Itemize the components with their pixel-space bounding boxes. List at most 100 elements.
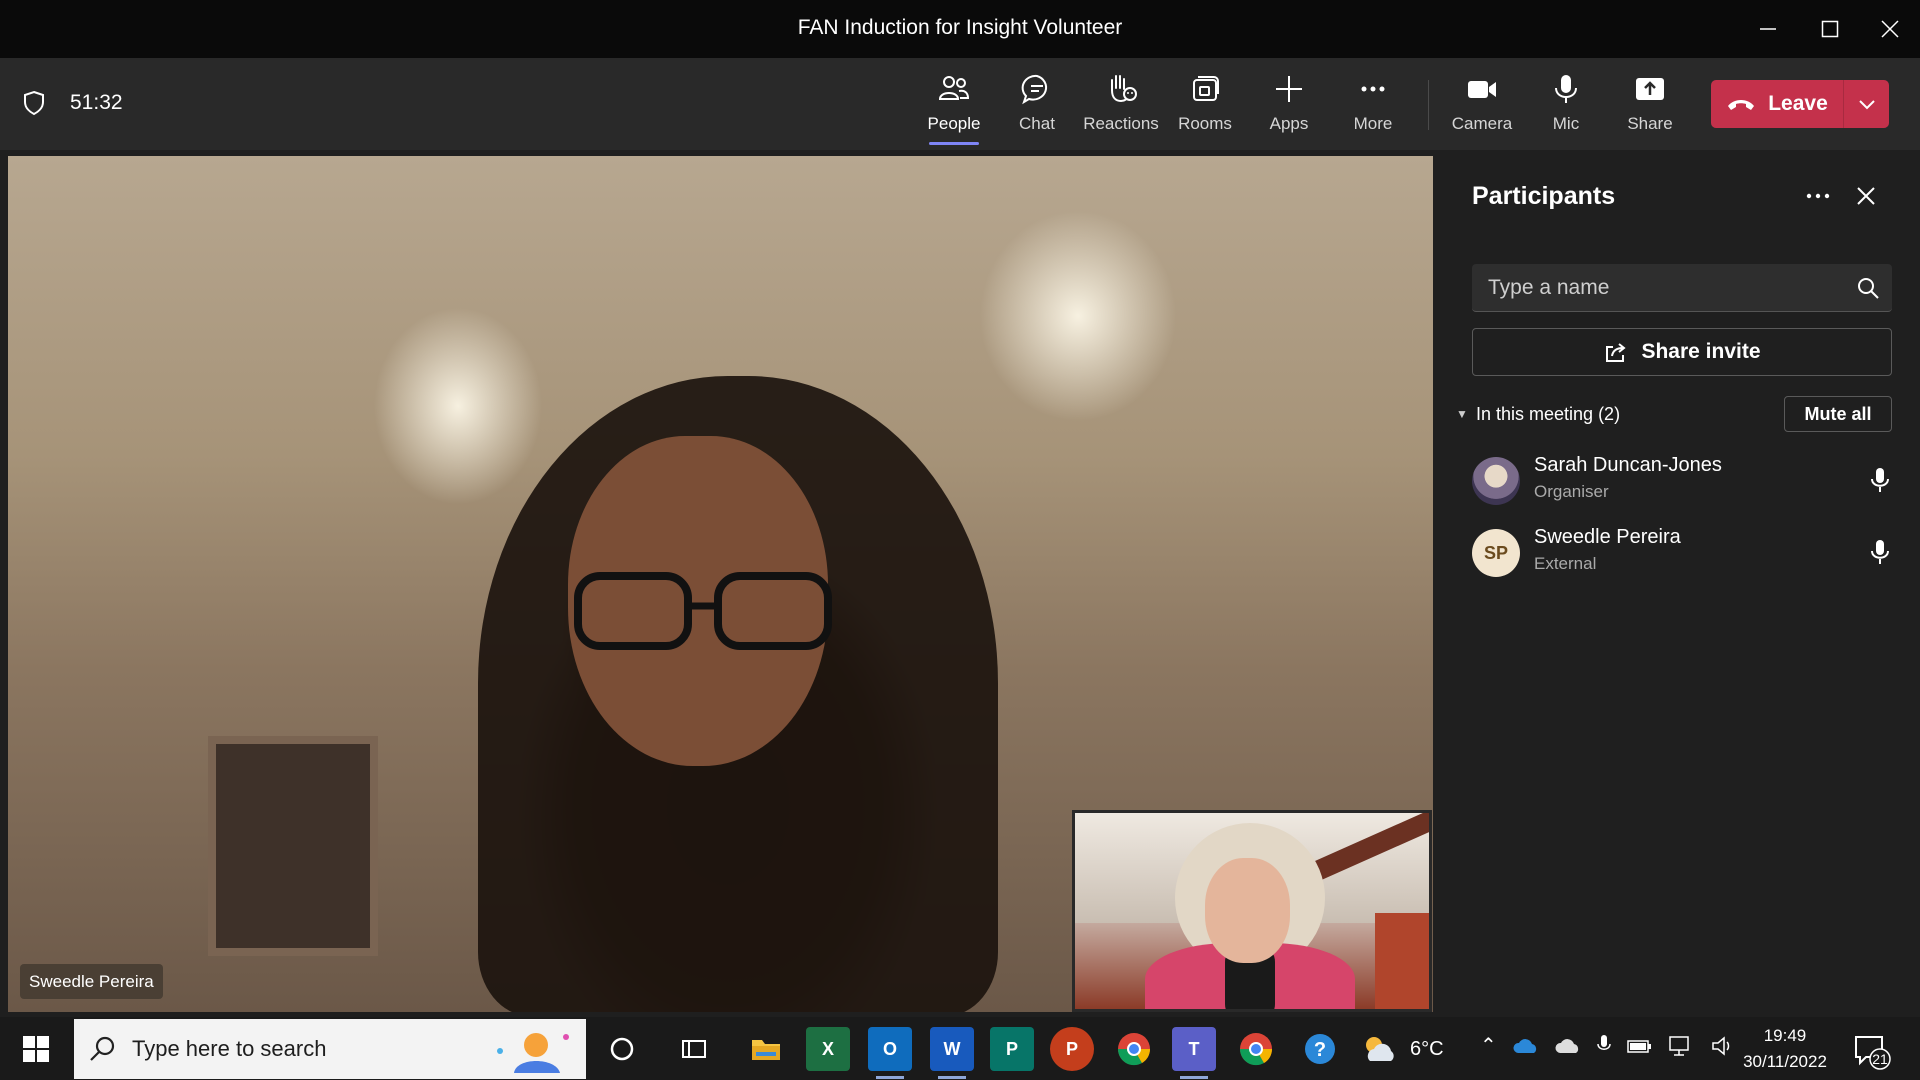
panel-more-button[interactable] [1798,176,1838,216]
chat-icon [1021,74,1048,105]
start-button[interactable] [12,1029,60,1069]
window-title: FAN Induction for Insight Volunteer [797,16,1123,39]
meeting-info: 51:32 [22,90,123,116]
onedrive-icon[interactable] [1513,1038,1539,1054]
more-button[interactable]: More [1331,72,1415,142]
notification-center-button[interactable]: 21 [1852,1031,1892,1071]
people-icon [938,76,970,100]
reactions-button[interactable]: Reactions [1079,72,1163,142]
powerpoint-icon[interactable]: P [1050,1027,1094,1071]
task-view-icon[interactable] [672,1027,716,1071]
apps-button[interactable]: Apps [1247,72,1331,142]
rooms-button[interactable]: Rooms [1163,72,1247,142]
participant-search [1472,264,1892,312]
avatar [1472,457,1520,505]
excel-icon[interactable]: X [806,1027,850,1071]
weather-temperature: 6°C [1410,1037,1444,1060]
share-invite-button[interactable]: Share invite [1472,328,1892,376]
taskbar-search-box[interactable]: Type here to search [74,1019,586,1079]
leave-button[interactable]: Leave [1711,80,1843,128]
svg-text:?: ? [1314,1039,1326,1061]
toolbar-divider [1428,80,1429,130]
shield-icon[interactable] [22,90,46,116]
onedrive-personal-icon[interactable] [1555,1038,1581,1054]
plus-icon [1276,76,1302,102]
close-window-button[interactable] [1860,0,1920,58]
minimize-icon [1760,28,1776,30]
share-button[interactable]: Share [1608,72,1692,142]
more-icon [1806,193,1830,199]
mute-all-button[interactable]: Mute all [1784,396,1892,432]
close-icon [1881,20,1899,38]
reactions-label: Reactions [1083,114,1159,133]
cortana-icon[interactable] [600,1027,644,1071]
windows-logo-icon [23,1036,49,1062]
meeting-toolbar: 51:32 People Chat Reactions Rooms Apps M… [0,58,1920,150]
mic-icon [1871,468,1889,492]
rooms-icon [1193,76,1219,101]
participant-name: Sarah Duncan-Jones [1534,454,1722,476]
weather-icon [1366,1037,1394,1061]
search-icon[interactable] [1856,276,1880,300]
leave-options-button[interactable] [1844,80,1889,128]
in-meeting-section: ▼ In this meeting (2) Mute all [1456,394,1892,434]
panel-close-button[interactable] [1846,176,1886,216]
chevron-down-icon [1858,100,1875,110]
participant-role: Organiser [1534,482,1609,501]
avatar: SP [1472,529,1520,577]
participant-search-input[interactable] [1488,264,1848,312]
participant-name: Sweedle Pereira [1534,526,1681,548]
maximize-button[interactable] [1800,0,1860,58]
hang-up-icon [1728,100,1755,110]
chevron-up-icon[interactable]: ⌃ [1480,1033,1497,1058]
participant-row[interactable]: Sarah Duncan-Jones Organiser [1472,452,1892,514]
participants-panel: Participants Share invite ▼ In this meet… [1440,156,1920,1012]
more-icon [1361,86,1385,92]
network-icon[interactable] [1669,1035,1695,1057]
chat-button[interactable]: Chat [995,72,1079,142]
participant-row[interactable]: SP Sweedle Pereira External [1472,524,1892,586]
teams-icon[interactable]: T [1172,1027,1216,1079]
participant-role: External [1534,554,1597,573]
clock-date: 30/11/2022 [1743,1052,1827,1071]
taskbar-clock[interactable]: 19:49 30/11/2022 [1730,1023,1840,1075]
weather-widget[interactable]: 6°C [1360,1033,1444,1065]
microphone-tray-icon[interactable] [1597,1034,1611,1058]
chat-label: Chat [1019,114,1055,133]
meeting-timer: 51:32 [70,91,123,114]
publisher-icon[interactable]: P [990,1027,1034,1071]
chrome-icon[interactable] [1112,1027,1156,1071]
caret-down-icon[interactable]: ▼ [1456,407,1472,421]
people-button[interactable]: People [912,72,996,145]
share-label: Share [1627,114,1673,133]
chrome-profile-icon[interactable] [1234,1027,1278,1071]
outlook-icon[interactable]: O [868,1027,912,1079]
active-indicator [929,142,979,145]
minimize-button[interactable] [1738,0,1798,58]
apps-label: Apps [1269,114,1309,133]
battery-icon[interactable] [1627,1038,1653,1054]
mic-icon [1555,75,1577,103]
share-tray-icon [1636,78,1664,100]
help-icon[interactable]: ? [1298,1027,1342,1071]
file-explorer-icon[interactable] [744,1027,788,1071]
self-video-preview[interactable] [1072,810,1432,1012]
panel-title: Participants [1472,182,1616,210]
window-title-bar: FAN Induction for Insight Volunteer [0,0,1920,58]
camera-button[interactable]: Camera [1440,72,1524,142]
video-stage: Sweedle Pereira [8,156,1433,1012]
section-label[interactable]: In this meeting (2) [1476,404,1620,425]
more-label: More [1353,114,1393,133]
rooms-label: Rooms [1178,114,1232,133]
word-icon[interactable]: W [930,1027,974,1079]
clock-time: 19:49 [1763,1026,1807,1045]
mic-icon [1871,540,1889,564]
raise-hand-icon [1111,75,1137,103]
windows-taskbar: Type here to search X O W P P T ? 6°C ⌃ … [0,1017,1920,1080]
mic-button[interactable]: Mic [1524,72,1608,142]
search-icon [90,1036,115,1061]
taskbar-search-placeholder: Type here to search [132,1036,327,1061]
leave-label: Leave [1768,92,1828,115]
leave-button-group: Leave [1711,80,1889,128]
notification-count: 21 [1872,1051,1888,1067]
